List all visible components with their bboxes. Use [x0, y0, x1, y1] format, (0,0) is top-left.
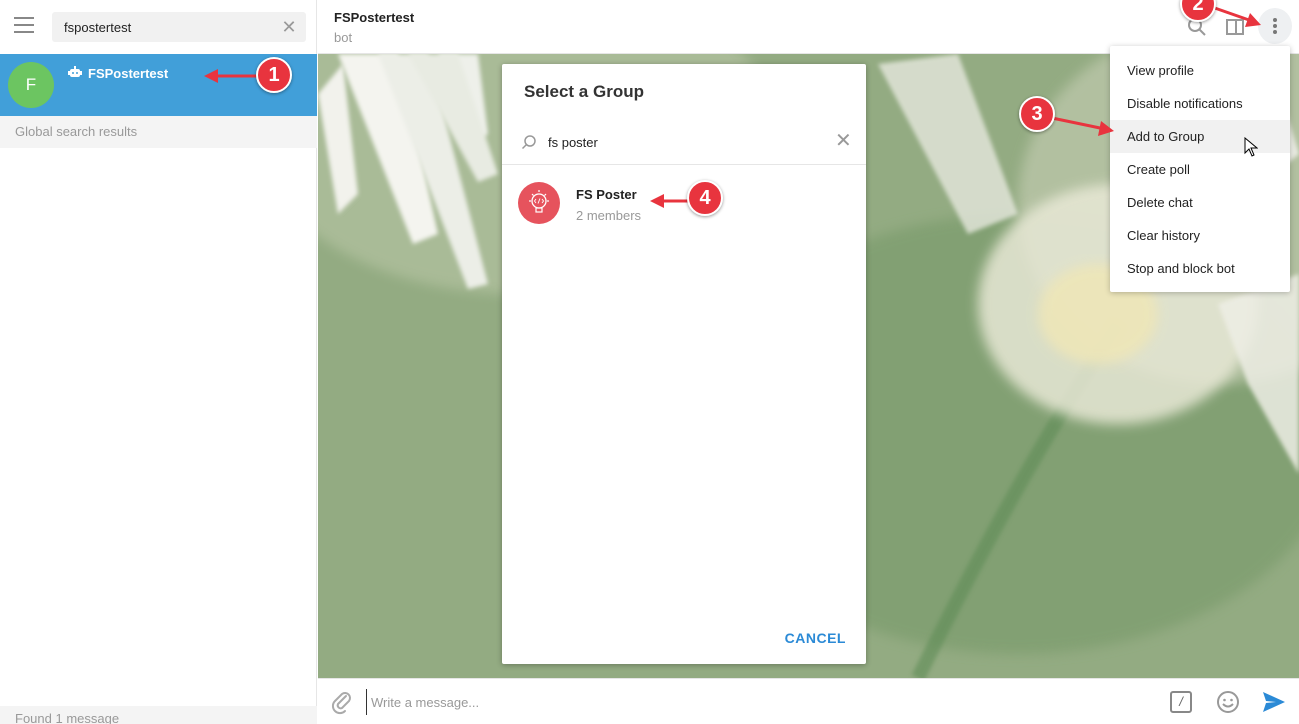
avatar: F	[8, 62, 54, 108]
message-input[interactable]	[366, 689, 1146, 715]
group-avatar	[518, 182, 560, 224]
bot-commands-icon[interactable]: /	[1170, 691, 1192, 713]
annotation-badge-4: 4	[687, 180, 723, 216]
annotation-badge-1: 1	[256, 57, 292, 93]
menu-item-stop-and-block-bot[interactable]: Stop and block bot	[1110, 252, 1290, 285]
cancel-button[interactable]: CANCEL	[785, 630, 846, 646]
search-input[interactable]	[64, 12, 274, 42]
peer-name[interactable]: FSPostertest	[334, 10, 414, 25]
menu-item-delete-chat[interactable]: Delete chat	[1110, 186, 1290, 219]
found-messages-text: Found 1 message	[0, 706, 317, 724]
search-clear-icon[interactable]: ✕	[280, 18, 298, 36]
menu-item-create-poll[interactable]: Create poll	[1110, 153, 1290, 186]
mouse-cursor-icon	[1244, 137, 1258, 157]
group-name: FS Poster	[576, 187, 637, 202]
sidebar: ✕ F FSPostertest Global search results F…	[0, 0, 317, 724]
emoji-icon[interactable]	[1216, 690, 1240, 714]
search-box: ✕	[52, 12, 306, 42]
group-search-input[interactable]	[548, 130, 828, 154]
bot-icon	[68, 66, 82, 77]
hamburger-menu-icon[interactable]	[14, 17, 36, 37]
chat-options-menu: View profile Disable notifications Add t…	[1110, 46, 1290, 292]
group-members-count: 2 members	[576, 208, 642, 223]
global-search-header: Global search results	[0, 116, 317, 148]
menu-item-clear-history[interactable]: Clear history	[1110, 219, 1290, 252]
divider	[502, 164, 866, 165]
annotation-badge-3: 3	[1019, 96, 1055, 132]
dialog-title: Select a Group	[524, 82, 644, 101]
search-icon	[521, 135, 536, 150]
select-group-dialog: Select a Group ✕ FS Poster 2 members CAN…	[502, 64, 866, 664]
attach-icon[interactable]	[330, 689, 354, 715]
menu-item-disable-notifications[interactable]: Disable notifications	[1110, 87, 1290, 120]
peer-status: bot	[334, 30, 353, 45]
annotation-arrow-3	[1051, 116, 1114, 136]
menu-item-view-profile[interactable]: View profile	[1110, 54, 1290, 87]
clear-search-icon[interactable]: ✕	[835, 131, 852, 151]
composer: /	[318, 678, 1299, 724]
lightbulb-icon	[529, 190, 549, 213]
menu-item-add-to-group[interactable]: Add to Group	[1110, 120, 1290, 153]
send-icon[interactable]	[1261, 689, 1287, 715]
chat-name: FSPostertest	[88, 66, 169, 81]
sidebar-top: ✕	[0, 0, 317, 54]
